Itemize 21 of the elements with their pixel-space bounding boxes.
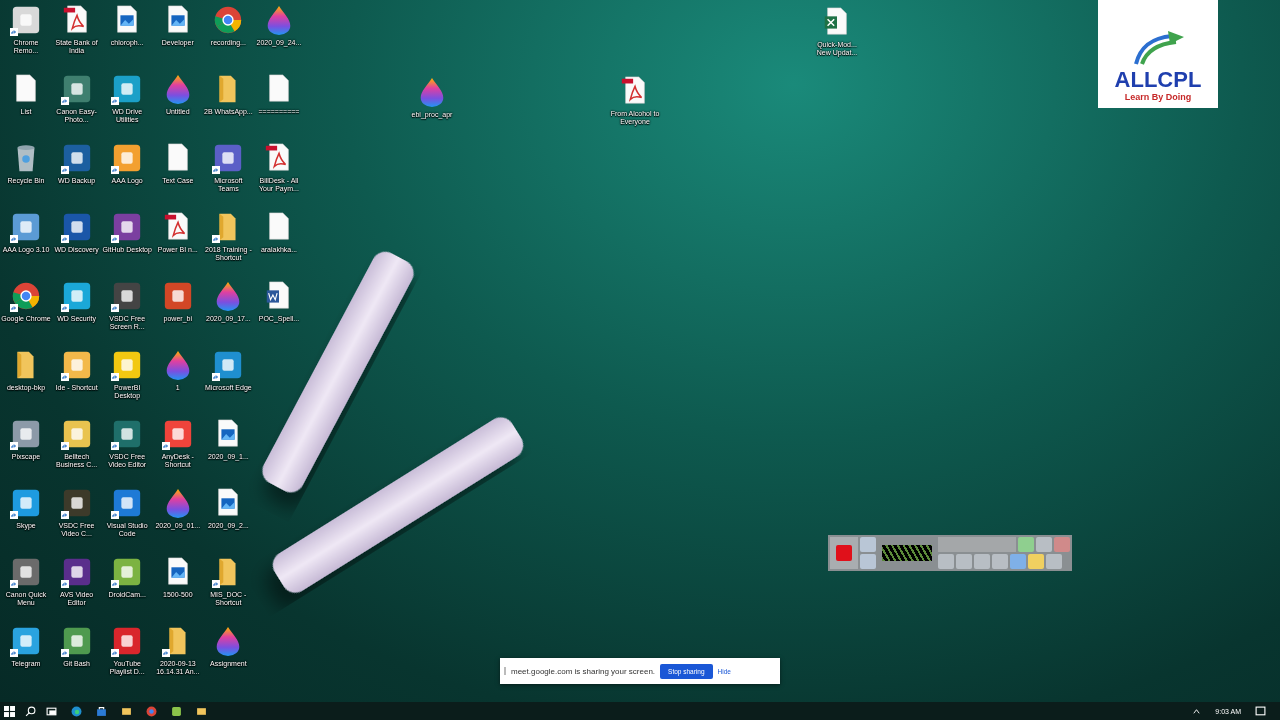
windows-start-icon[interactable] xyxy=(4,705,15,717)
logo-title: ALLCPL xyxy=(1114,68,1202,92)
app-icon xyxy=(10,211,42,243)
app-icon xyxy=(10,556,42,588)
store-bag-icon[interactable] xyxy=(96,705,107,717)
logo-tagline: Learn By Doing xyxy=(1124,92,1192,102)
chrome-icon[interactable] xyxy=(146,705,157,717)
search-icon[interactable] xyxy=(25,705,36,717)
task-view-icon[interactable] xyxy=(46,705,57,717)
app-icon[interactable] xyxy=(171,705,182,717)
caret-up-icon[interactable] xyxy=(1192,706,1202,716)
app-icon xyxy=(10,418,42,450)
app-icon xyxy=(10,625,42,657)
drag-handle-icon[interactable] xyxy=(504,667,506,675)
notification-icon[interactable] xyxy=(1255,705,1266,717)
app-icon xyxy=(10,487,42,519)
app-icon xyxy=(10,4,42,36)
sharing-message: meet.google.com is sharing your screen. xyxy=(511,666,656,676)
record-button[interactable] xyxy=(830,537,858,569)
chrome-icon xyxy=(10,280,42,312)
edge-icon[interactable] xyxy=(71,705,82,717)
